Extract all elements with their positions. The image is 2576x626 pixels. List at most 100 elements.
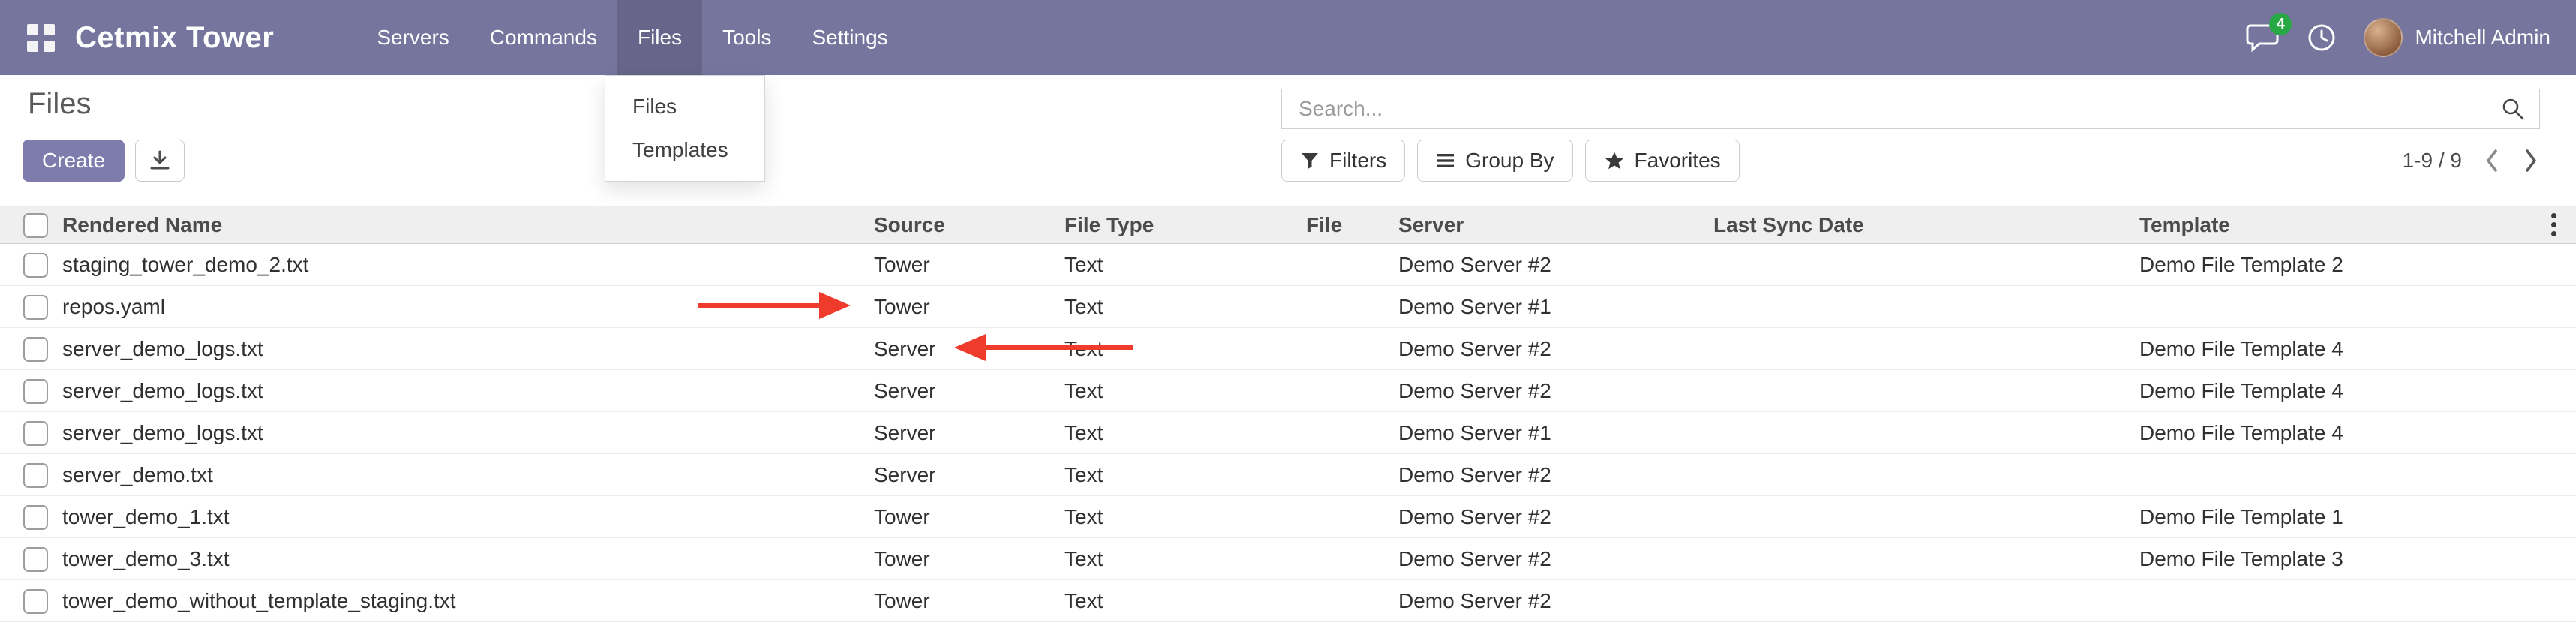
funnel-icon [1300,151,1320,170]
cell-last-sync-date [1713,244,2139,286]
clock-icon [2307,23,2337,53]
row-checkbox[interactable] [23,547,48,572]
cell-server: Demo Server #2 [1398,328,1713,370]
cell-server: Demo Server #2 [1398,496,1713,538]
cell-rendered-name: tower_demo_3.txt [62,538,874,580]
avatar [2364,18,2403,57]
row-checkbox[interactable] [23,589,48,614]
table-row[interactable]: staging_tower_demo_2.txtTowerTextDemo Se… [0,244,2576,286]
chevron-left-icon [2483,146,2501,175]
table-row[interactable]: repos.yamlTowerTextDemo Server #1 [0,286,2576,328]
cell-file [1306,580,1398,622]
row-checkbox[interactable] [23,295,48,320]
filters-label: Filters [1329,149,1386,173]
column-header-source[interactable]: Source [874,206,1064,244]
cell-file [1306,244,1398,286]
dropdown-item-files[interactable]: Files [605,85,764,128]
cell-file-type: Text [1064,454,1306,496]
table-row[interactable]: server_demo_logs.txtServerTextDemo Serve… [0,370,2576,412]
action-buttons: Create [23,140,185,182]
cell-file [1306,370,1398,412]
cell-source: Tower [874,244,1064,286]
favorites-label: Favorites [1635,149,1721,173]
cell-rendered-name: tower_demo_without_template_staging.txt [62,580,874,622]
cell-template: Demo File Template 2 [2139,244,2576,286]
pager-previous-button[interactable] [2483,146,2501,175]
group-by-button[interactable]: Group By [1417,140,1572,182]
row-checkbox-cell [0,328,62,370]
row-checkbox[interactable] [23,379,48,404]
files-table-body: staging_tower_demo_2.txtTowerTextDemo Se… [0,244,2576,622]
cell-source: Tower [874,496,1064,538]
cell-source: Tower [874,538,1064,580]
row-checkbox[interactable] [23,253,48,278]
search-box [1281,89,2540,129]
top-navbar: Cetmix Tower Servers Commands Files Tool… [0,0,2576,75]
menu-settings[interactable]: Settings [791,0,908,75]
row-checkbox[interactable] [23,463,48,488]
table-row[interactable]: server_demo.txtServerTextDemo Server #2 [0,454,2576,496]
page-title: Files [28,87,91,121]
cell-file-type: Text [1064,538,1306,580]
search-icon[interactable] [2500,96,2526,122]
favorites-button[interactable]: Favorites [1585,140,1740,182]
table-row[interactable]: server_demo_logs.txtServerTextDemo Serve… [0,328,2576,370]
column-header-rendered-name[interactable]: Rendered Name [62,206,874,244]
table-row[interactable]: tower_demo_1.txtTowerTextDemo Server #2D… [0,496,2576,538]
column-header-file-type[interactable]: File Type [1064,206,1306,244]
cell-file [1306,328,1398,370]
menu-files[interactable]: Files [617,0,702,75]
dropdown-item-templates[interactable]: Templates [605,128,764,172]
main-menu: Servers Commands Files Tools Settings [356,0,908,75]
control-panel: Files Create [0,75,2576,206]
cell-template: Demo File Template 4 [2139,328,2576,370]
table-row[interactable]: server_demo_logs.txtServerTextDemo Serve… [0,412,2576,454]
messages-button[interactable]: 4 [2245,22,2280,53]
cell-last-sync-date [1713,286,2139,328]
apps-menu-icon[interactable] [26,23,56,53]
cell-file [1306,412,1398,454]
column-header-server[interactable]: Server [1398,206,1713,244]
select-all-checkbox[interactable] [23,213,48,238]
cell-template [2139,580,2576,622]
search-input[interactable] [1282,89,2539,128]
cell-rendered-name: server_demo_logs.txt [62,412,874,454]
pager: 1-9 / 9 [2403,140,2540,182]
pager-next-button[interactable] [2522,146,2540,175]
app-brand: Cetmix Tower [75,21,274,55]
messages-badge: 4 [2269,13,2292,35]
row-checkbox[interactable] [23,337,48,362]
activities-button[interactable] [2307,23,2337,53]
cell-template: Demo File Template 3 [2139,538,2576,580]
app-window: Cetmix Tower Servers Commands Files Tool… [0,0,2576,626]
create-button[interactable]: Create [23,140,125,182]
optional-columns-toggle[interactable] [2537,206,2570,243]
export-button[interactable] [135,140,185,182]
cell-server: Demo Server #1 [1398,286,1713,328]
menu-commands[interactable]: Commands [470,0,617,75]
column-header-last-sync-date[interactable]: Last Sync Date [1713,206,2139,244]
cell-server: Demo Server #2 [1398,370,1713,412]
menu-tools[interactable]: Tools [702,0,791,75]
user-menu[interactable]: Mitchell Admin [2364,18,2550,57]
table-row[interactable]: tower_demo_3.txtTowerTextDemo Server #2D… [0,538,2576,580]
row-checkbox-cell [0,580,62,622]
cell-rendered-name: server_demo_logs.txt [62,370,874,412]
cell-file [1306,286,1398,328]
filters-button[interactable]: Filters [1281,140,1405,182]
column-header-template[interactable]: Template [2139,206,2576,244]
row-checkbox[interactable] [23,421,48,446]
row-checkbox[interactable] [23,505,48,530]
cell-file-type: Text [1064,244,1306,286]
table-row[interactable]: tower_demo_without_template_staging.txtT… [0,580,2576,622]
cell-file-type: Text [1064,580,1306,622]
cell-template: Demo File Template 4 [2139,412,2576,454]
cell-file-type: Text [1064,286,1306,328]
user-name: Mitchell Admin [2415,26,2550,50]
column-header-file[interactable]: File [1306,206,1398,244]
menu-servers[interactable]: Servers [356,0,469,75]
cell-last-sync-date [1713,412,2139,454]
cell-source: Tower [874,580,1064,622]
cell-source: Tower [874,286,1064,328]
cell-server: Demo Server #2 [1398,580,1713,622]
